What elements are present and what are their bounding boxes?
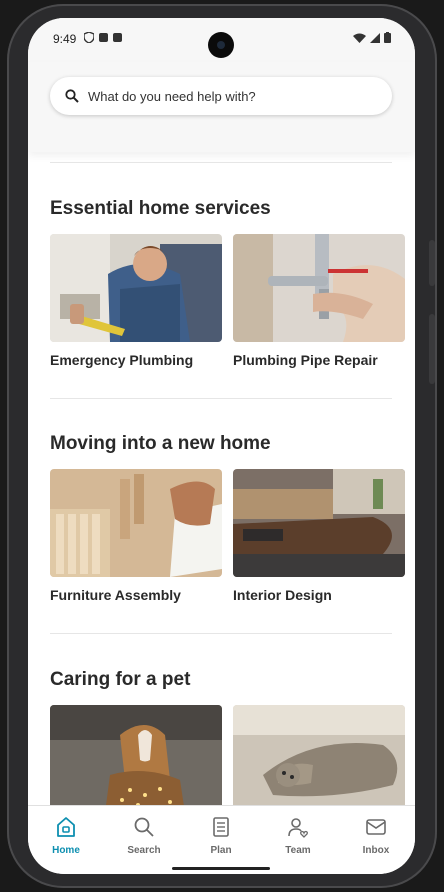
search-icon bbox=[65, 89, 79, 103]
section-title: Caring for a pet bbox=[50, 669, 191, 690]
home-icon bbox=[57, 817, 75, 837]
service-label: Emergency Plumbing bbox=[50, 352, 194, 368]
power-button bbox=[429, 314, 435, 384]
divider bbox=[50, 162, 392, 163]
signal-icon bbox=[370, 32, 380, 43]
tab-inbox[interactable]: Inbox bbox=[341, 816, 411, 856]
tab-label: Plan bbox=[210, 845, 232, 856]
service-card-interior-design[interactable]: Interior Design bbox=[233, 469, 405, 603]
service-image bbox=[50, 234, 222, 342]
search-header: What do you need help with? bbox=[28, 62, 415, 152]
plan-icon bbox=[213, 817, 229, 837]
section-title: Moving into a new home bbox=[50, 433, 271, 454]
front-camera bbox=[208, 32, 234, 58]
service-image bbox=[233, 705, 405, 813]
status-time: 9:49 bbox=[53, 32, 77, 46]
wifi-icon bbox=[353, 33, 366, 43]
sim-icon bbox=[113, 33, 122, 42]
search-placeholder: What do you need help with? bbox=[88, 88, 256, 104]
section-title: Essential home services bbox=[50, 198, 271, 219]
service-label: Furniture Assembly bbox=[50, 587, 181, 603]
tab-plan[interactable]: Plan bbox=[186, 816, 256, 856]
service-image bbox=[233, 234, 405, 342]
tab-label: Home bbox=[52, 845, 80, 856]
battery-icon bbox=[384, 32, 391, 43]
system-icons bbox=[353, 32, 391, 43]
service-image bbox=[50, 705, 222, 813]
team-icon bbox=[288, 818, 308, 838]
notification-icons bbox=[84, 32, 122, 43]
service-card-emergency-plumbing[interactable]: Emergency Plumbing bbox=[50, 234, 222, 368]
bottom-tab-bar: Home Search Plan Team Inbox bbox=[28, 805, 415, 874]
shield-icon bbox=[84, 32, 94, 43]
divider bbox=[50, 633, 392, 634]
service-card-furniture-assembly[interactable]: Furniture Assembly bbox=[50, 469, 222, 603]
screen: 9:49 What do you need help with? Essenti… bbox=[28, 18, 415, 874]
search-input[interactable]: What do you need help with? bbox=[50, 77, 392, 115]
tab-label: Team bbox=[285, 845, 311, 856]
tab-label: Search bbox=[127, 845, 161, 856]
tab-home[interactable]: Home bbox=[31, 816, 101, 856]
service-label: Interior Design bbox=[233, 587, 332, 603]
volume-button bbox=[429, 240, 435, 286]
home-indicator[interactable] bbox=[172, 867, 270, 870]
tab-label: Inbox bbox=[362, 845, 390, 856]
tab-search[interactable]: Search bbox=[109, 816, 179, 856]
inbox-icon bbox=[366, 819, 386, 835]
service-image bbox=[50, 469, 222, 577]
tab-team[interactable]: Team bbox=[263, 816, 333, 856]
service-label: Plumbing Pipe Repair bbox=[233, 352, 378, 368]
service-card-plumbing-pipe-repair[interactable]: Plumbing Pipe Repair bbox=[233, 234, 405, 368]
search-icon bbox=[134, 817, 154, 837]
status-bar: 9:49 bbox=[28, 18, 415, 62]
app-icon bbox=[99, 33, 108, 42]
service-image bbox=[233, 469, 405, 577]
divider bbox=[50, 398, 392, 399]
